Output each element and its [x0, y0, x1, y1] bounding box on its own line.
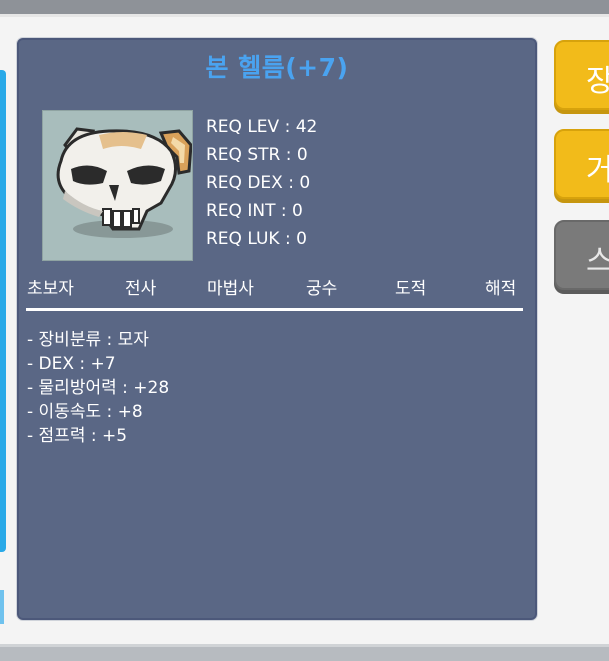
req-int: REQ INT : 0 — [206, 201, 303, 221]
job-pirate: 해적 — [485, 279, 517, 299]
top-bar — [0, 0, 609, 14]
job-magician: 마법사 — [207, 279, 254, 299]
divider — [26, 308, 523, 311]
job-class-row: 초보자 전사 마법사 궁수 도적 해적 — [27, 274, 525, 302]
left-panel-edge — [0, 70, 6, 552]
equip-button[interactable]: 장 — [554, 40, 609, 110]
stat-dex: - DEX : +7 — [27, 354, 116, 374]
trade-button[interactable]: 거 — [554, 129, 609, 199]
req-level: REQ LEV : 42 — [206, 117, 318, 137]
bone-helm-skull-icon — [56, 127, 192, 238]
stat-speed: - 이동속도 : +8 — [27, 402, 143, 422]
req-luk: REQ LUK : 0 — [206, 229, 307, 249]
job-thief: 도적 — [395, 279, 427, 299]
stat-equip-type: - 장비분류 : 모자 — [27, 330, 149, 350]
item-info-panel: 본 헬름(+7) REQ LEV : 42 REQ STR: 0 REQ DE… — [17, 38, 537, 620]
stat-jump: - 점프력 : +5 — [27, 426, 128, 446]
stat-physical-defense: - 물리방어력 : +28 — [27, 378, 170, 398]
req-str: REQ STR : 0 — [206, 145, 308, 165]
skill-button[interactable]: 스 — [554, 220, 609, 290]
requirements-list: REQ LEV : 42 REQ STR : 0 REQ DEX : 0 REQ… — [206, 113, 317, 253]
item-name: 본 헬름(+7) — [205, 53, 349, 82]
item-stats-list: - 장비분류 : 모자 - DEX : +7 - 물리방어력 : +28 - 이… — [27, 328, 169, 448]
item-icon-frame — [42, 110, 193, 261]
job-beginner: 초보자 — [27, 279, 74, 299]
req-dex: REQ DEX : 0 — [206, 173, 311, 193]
bottom-bar — [0, 644, 609, 661]
job-archer: 궁수 — [306, 279, 338, 299]
job-warrior: 전사 — [125, 279, 157, 299]
left-panel-edge-bottom — [0, 590, 4, 624]
